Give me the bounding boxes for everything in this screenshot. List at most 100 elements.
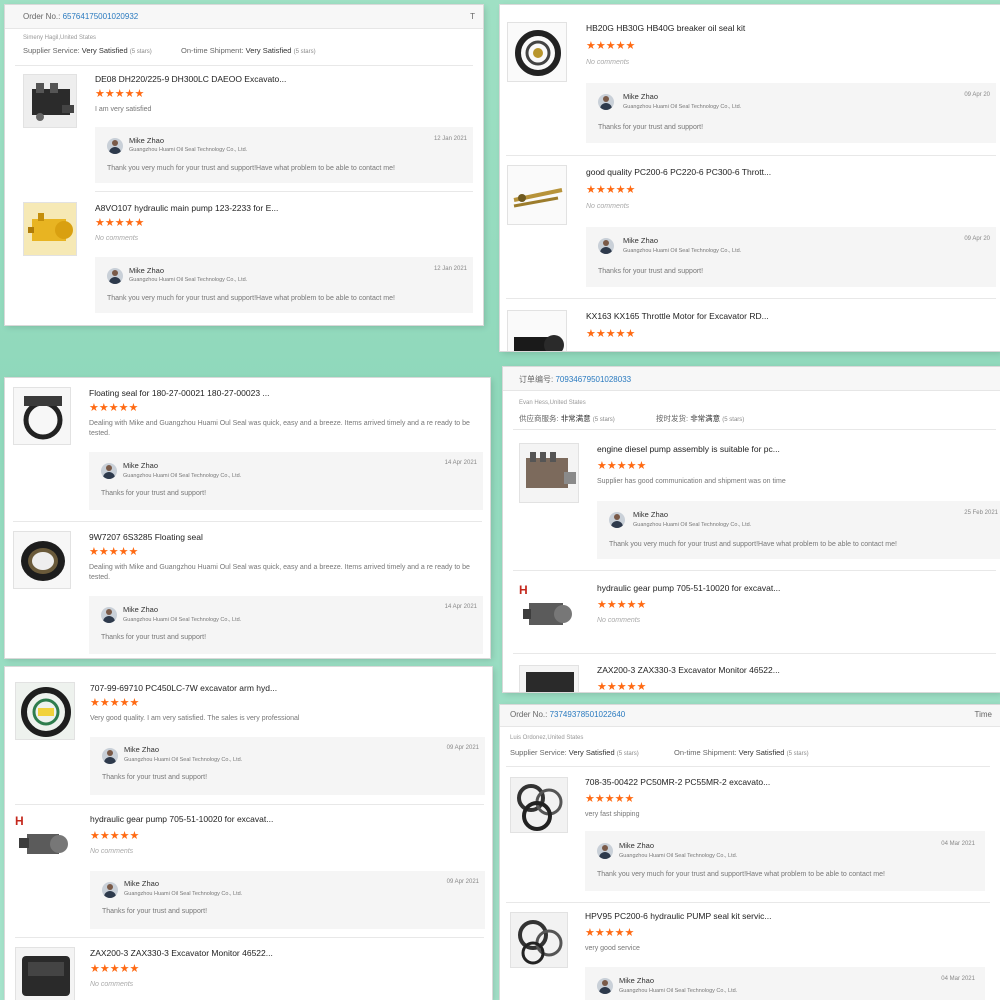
product-title-link[interactable]: KX163 KX165 Throttle Motor for Excavator… — [586, 311, 769, 321]
divider — [15, 937, 484, 938]
reply-text: Thank you very much for your trust and s… — [597, 871, 885, 878]
divider — [513, 570, 996, 571]
reply-date: 12 Jan 2021 — [433, 266, 467, 272]
avatar — [598, 94, 614, 110]
product-thumbnail[interactable] — [13, 531, 71, 589]
product-title-link[interactable]: Floating seal for 180-27-00021 180-27-00… — [89, 388, 270, 398]
divider — [95, 191, 473, 192]
review-comment: No comments — [90, 848, 134, 855]
review-comment: No comments — [586, 203, 630, 210]
seller-reply: Mike Zhao Guangzhou Huami Oil Seal Techn… — [89, 596, 483, 654]
rating-stars: ★★★★★ — [597, 460, 647, 472]
reply-company: Guangzhou Huami Oil Seal Technology Co.,… — [623, 104, 742, 110]
review-comment: very good service — [585, 945, 640, 952]
product-title-link[interactable]: engine diesel pump assembly is suitable … — [597, 444, 780, 454]
reply-author: Mike Zhao — [129, 266, 165, 275]
reply-date: 09 Apr 20 — [964, 92, 990, 98]
review-comment: No comments — [90, 981, 134, 988]
product-thumbnail[interactable] — [23, 74, 77, 128]
product-thumbnail[interactable] — [519, 443, 579, 503]
rating-stars: ★★★★★ — [89, 546, 139, 558]
ontime-shipment-rating: On-time Shipment: Very Satisfied (5 star… — [674, 748, 809, 757]
avatar — [597, 843, 613, 859]
order-header: 订单编号: 70934679501028033 — [503, 367, 1000, 391]
avatar — [609, 512, 625, 528]
reply-author: Mike Zhao — [123, 605, 159, 614]
product-thumbnail[interactable] — [510, 912, 568, 968]
header-corner-text: Time — [974, 710, 992, 719]
product-title-link[interactable]: DE08 DH220/225-9 DH300LC DAEOO Excavato.… — [95, 74, 286, 84]
reply-date: 09 Apr 2021 — [446, 745, 479, 751]
product-title-link[interactable]: 707-99-69710 PC450LC-7W excavator arm hy… — [90, 683, 277, 693]
product-title-link[interactable]: 9W7207 6S3285 Floating seal — [89, 532, 203, 542]
product-thumbnail[interactable] — [507, 22, 567, 82]
avatar — [107, 138, 123, 154]
review-panel-5: 707-99-69710 PC450LC-7W excavator arm hy… — [5, 667, 492, 1000]
reply-text: Thank you very much for your trust and s… — [609, 541, 897, 548]
buyer-name: Simeny Hagil,United States — [23, 35, 97, 41]
order-number-link[interactable]: 65764175001020932 — [63, 12, 139, 21]
header-corner-text: T — [470, 12, 475, 21]
product-thumbnail[interactable] — [519, 583, 579, 643]
product-title-link[interactable]: A8VO107 hydraulic main pump 123-2233 for… — [95, 203, 278, 213]
rating-stars: ★★★★★ — [586, 40, 636, 52]
rating-stars: ★★★★★ — [90, 697, 140, 709]
review-comment: Very good quality. I am very satisfied. … — [90, 715, 300, 722]
avatar — [107, 268, 123, 284]
divider — [15, 804, 484, 805]
review-panel-6: Order No.: 73749378501022640 Time Luis O… — [500, 705, 1000, 1000]
product-thumbnail[interactable] — [507, 310, 567, 351]
reply-date: 25 Feb 2021 — [964, 510, 998, 516]
review-panel-4: 订单编号: 70934679501028033 Evan Hess,United… — [503, 367, 1000, 692]
review-comment: Dealing with Mike and Guangzhou Huami Ou… — [89, 420, 470, 437]
product-title-link[interactable]: HPV95 PC200-6 hydraulic PUMP seal kit se… — [585, 911, 771, 921]
review-comment: Supplier has good communication and ship… — [597, 478, 786, 485]
rating-stars: ★★★★★ — [90, 830, 140, 842]
rating-stars: ★★★★★ — [597, 681, 647, 693]
product-thumbnail[interactable] — [15, 947, 75, 1000]
product-thumbnail[interactable] — [15, 682, 75, 740]
rating-stars: ★★★★★ — [95, 217, 145, 229]
order-number-link[interactable]: 73749378501022640 — [550, 710, 626, 719]
product-title-link[interactable]: hydraulic gear pump 705-51-10020 for exc… — [597, 583, 780, 593]
avatar — [598, 238, 614, 254]
divider — [13, 521, 482, 522]
reply-date: 09 Apr 2021 — [446, 879, 479, 885]
buyer-name: Luis Ordonez,United States — [510, 735, 584, 741]
product-title-link[interactable]: hydraulic gear pump 705-51-10020 for exc… — [90, 814, 273, 824]
review-panel-3: Floating seal for 180-27-00021 180-27-00… — [5, 378, 490, 658]
product-thumbnail[interactable] — [23, 202, 77, 256]
avatar — [597, 978, 613, 994]
order-header: Order No.: 73749378501022640 Time — [500, 705, 1000, 727]
reply-text: Thanks for your trust and support! — [101, 490, 207, 497]
product-title-link[interactable]: HB20G HB30G HB40G breaker oil seal kit — [586, 23, 745, 33]
product-title-link[interactable]: ZAX200-3 ZAX330-3 Excavator Monitor 4652… — [597, 665, 780, 675]
review-panel-1: Order No.: 65764175001020932 T Simeny Ha… — [5, 5, 483, 325]
seller-reply: Mike Zhao Guangzhou Huami Oil Seal Techn… — [95, 257, 473, 313]
product-title-link[interactable]: good quality PC200-6 PC220-6 PC300-6 Thr… — [586, 167, 771, 177]
order-number-link[interactable]: 70934679501028033 — [555, 375, 631, 384]
reply-company: Guangzhou Huami Oil Seal Technology Co.,… — [124, 757, 243, 763]
supplier-service-rating: 供应商服务: 非常满意 (5 stars) — [519, 414, 615, 423]
divider — [506, 902, 990, 903]
divider — [15, 65, 473, 66]
product-thumbnail[interactable] — [507, 165, 567, 225]
review-panel-2: HB20G HB30G HB40G breaker oil seal kit ★… — [500, 5, 1000, 351]
product-thumbnail[interactable] — [510, 777, 568, 833]
reply-author: Mike Zhao — [623, 236, 659, 245]
reply-date: 14 Apr 2021 — [444, 604, 477, 610]
reply-text: Thank you very much for your trust and s… — [107, 165, 395, 172]
product-title-link[interactable]: 708-35-00422 PC50MR-2 PC55MR-2 excavato.… — [585, 777, 770, 787]
product-title-link[interactable]: ZAX200-3 ZAX330-3 Excavator Monitor 4652… — [90, 948, 273, 958]
avatar — [102, 882, 118, 898]
product-thumbnail[interactable] — [519, 665, 579, 692]
reply-date: 12 Jan 2021 — [433, 136, 467, 142]
ontime-shipment-rating: On-time Shipment: Very Satisfied (5 star… — [181, 46, 316, 55]
review-comment: No comments — [586, 59, 630, 66]
reply-company: Guangzhou Huami Oil Seal Technology Co.,… — [124, 891, 243, 897]
seller-reply: Mike Zhao Guangzhou Huami Oil Seal Techn… — [95, 127, 473, 183]
avatar — [101, 607, 117, 623]
product-thumbnail[interactable] — [13, 387, 71, 445]
divider — [506, 298, 996, 299]
product-thumbnail[interactable] — [15, 814, 75, 872]
